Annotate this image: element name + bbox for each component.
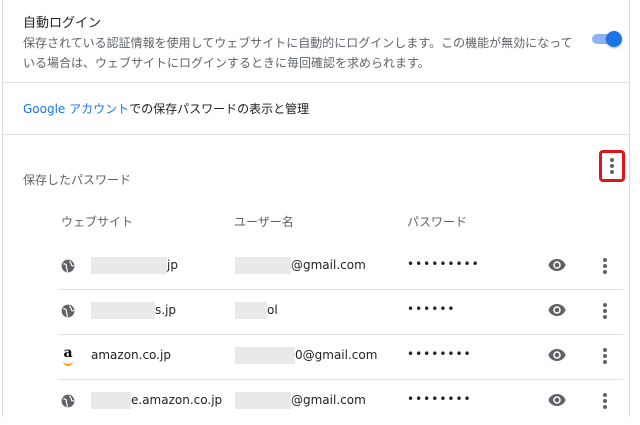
row-more-icon[interactable]	[603, 303, 607, 319]
auto-login-toggle[interactable]	[592, 31, 622, 47]
redacted-username	[235, 257, 291, 274]
table-row: a amazon.co.jp 0@gmail.com ••••••••	[59, 335, 629, 380]
column-header-username: ユーザー名	[234, 215, 294, 229]
divider	[3, 134, 629, 135]
column-header-website: ウェブサイト	[61, 215, 134, 229]
site-cell: e.amazon.co.jp	[131, 393, 223, 407]
redacted-username	[235, 392, 291, 409]
show-password-icon[interactable]	[548, 258, 566, 272]
amazon-icon: a	[61, 346, 75, 366]
globe-icon	[61, 394, 75, 408]
redacted-username	[235, 347, 295, 364]
table-row: jp @gmail.com •••••••••	[59, 245, 629, 290]
password-cell: •••••••••	[407, 257, 480, 271]
username-cell: 0@gmail.com	[295, 348, 378, 362]
row-more-icon[interactable]	[603, 393, 607, 409]
redacted-site	[91, 302, 155, 319]
username-cell: @gmail.com	[291, 258, 366, 272]
password-cell: ••••••••	[407, 347, 472, 361]
saved-passwords-title: 保存したパスワード	[23, 173, 132, 187]
globe-icon	[61, 259, 75, 273]
google-account-link[interactable]: Google アカウント	[23, 102, 129, 116]
auto-login-title: 自動ログイン	[23, 16, 102, 31]
globe-icon	[61, 304, 75, 318]
toggle-knob	[606, 31, 622, 47]
divider	[3, 82, 629, 83]
username-cell: ol	[267, 303, 278, 317]
row-more-icon[interactable]	[603, 348, 607, 364]
show-password-icon[interactable]	[548, 303, 566, 317]
site-cell: jp	[167, 258, 178, 272]
table-row: e.amazon.co.jp @gmail.com ••••••••	[59, 380, 629, 425]
redacted-site	[91, 392, 131, 409]
password-cell: ••••••	[407, 302, 456, 316]
redacted-username	[235, 302, 267, 319]
site-cell: s.jp	[155, 303, 177, 317]
auto-login-description: 保存されている認証情報を使用してウェブサイトに自動的にログインします。この機能が…	[23, 36, 573, 70]
row-more-icon[interactable]	[603, 258, 607, 274]
table-row: s.jp ol ••••••	[59, 290, 629, 335]
show-password-icon[interactable]	[548, 393, 566, 407]
redacted-site	[91, 257, 167, 274]
show-password-icon[interactable]	[548, 348, 566, 362]
site-cell: amazon.co.jp	[91, 348, 171, 362]
password-cell: ••••••••	[407, 392, 472, 406]
more-actions-icon[interactable]	[610, 158, 614, 174]
manage-link-rest: での保存パスワードの表示と管理	[129, 102, 310, 116]
manage-passwords-link[interactable]: Google アカウントでの保存パスワードの表示と管理	[23, 100, 309, 117]
column-header-password: パスワード	[407, 215, 468, 229]
username-cell: @gmail.com	[291, 393, 366, 407]
settings-card: 自動ログイン 保存されている認証情報を使用してウェブサイトに自動的にログインしま…	[2, 0, 630, 417]
